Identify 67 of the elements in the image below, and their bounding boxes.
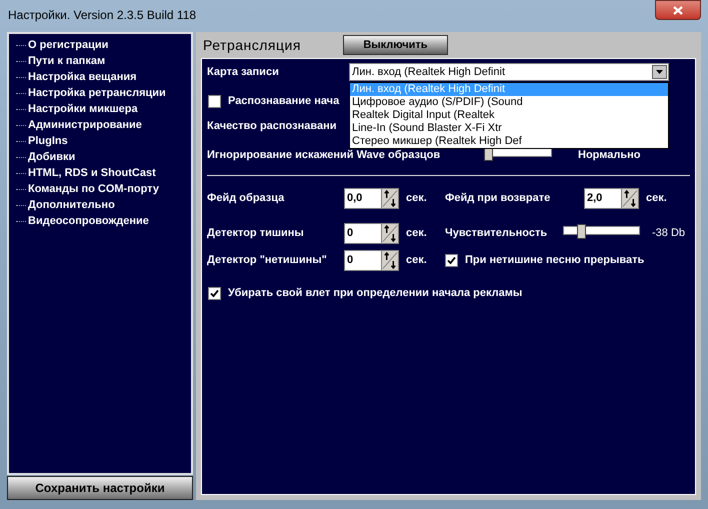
tree-line — [16, 92, 26, 94]
sidebar-item[interactable]: Пути к папкам — [28, 52, 106, 70]
slider-value: -38 Db — [652, 226, 686, 241]
sidebar-item[interactable]: Настройки микшера — [28, 100, 138, 118]
checkbox-label: Распознавание нача — [228, 94, 340, 109]
disable-button[interactable]: Выключить — [342, 35, 448, 55]
sidebar-item[interactable]: HTML, RDS и ShoutCast — [28, 164, 156, 182]
sidebar-item[interactable]: Дополнительно — [28, 196, 115, 214]
tree-line — [16, 108, 26, 110]
spin-field[interactable]: 2,0 — [584, 188, 639, 208]
spin-field[interactable]: 0,0 — [344, 188, 399, 208]
tree-line — [16, 172, 26, 174]
tree-line — [16, 188, 26, 190]
tree-line — [16, 44, 26, 46]
close-icon — [673, 6, 683, 14]
dropdown-option[interactable]: Стерео микшер (Realtek High Def — [350, 135, 668, 148]
sidebar-item[interactable]: Настройка ретрансляции — [28, 84, 166, 102]
checkbox[interactable] — [445, 254, 458, 266]
field-label: Детектор тишины — [207, 226, 305, 241]
unit-label: сек. — [406, 252, 428, 268]
slider[interactable] — [563, 224, 640, 242]
spin-arrows-icon[interactable] — [381, 224, 398, 242]
field-label: Карта записи — [207, 64, 280, 80]
spin-field[interactable]: 0 — [344, 222, 399, 244]
sidebar-item[interactable]: Администрирование — [28, 116, 142, 134]
tree-line — [16, 220, 26, 222]
dropdown-option[interactable]: Realtek Digital Input (Realtek — [350, 109, 668, 122]
tree-line — [16, 124, 26, 126]
save-button[interactable]: Сохранить настройки — [7, 476, 193, 500]
tree-line — [16, 60, 26, 62]
field-label: Фейд при возврате — [445, 190, 552, 206]
checkbox[interactable] — [208, 286, 221, 300]
checkbox[interactable] — [208, 94, 221, 108]
tree-line — [16, 156, 26, 158]
record-card-dropdown[interactable]: Лин. вход (Realtek High Definit — [349, 63, 669, 81]
sidebar-item[interactable]: О регистрации — [28, 36, 108, 54]
field-label: Фейд образца — [207, 190, 286, 206]
dropdown-option[interactable]: Line-In (Sound Blaster X-Fi Xtr — [350, 122, 668, 135]
sidebar-item[interactable]: Настройка вещания — [28, 68, 137, 86]
spin-arrows-icon[interactable] — [621, 188, 638, 208]
dropdown-option[interactable]: Цифровое аудио (S/PDIF) (Sound — [350, 96, 668, 109]
tree-line — [16, 204, 26, 206]
field-label: Качество распознавани — [207, 119, 336, 134]
sidebar-item[interactable]: Добивки — [28, 148, 76, 166]
spin-arrows-icon[interactable] — [381, 188, 398, 208]
spin-arrows-icon[interactable] — [381, 250, 398, 270]
window-title: Настройки. Version 2.3.5 Build 118 — [8, 7, 196, 24]
unit-label: сек. — [646, 190, 667, 206]
sidebar-item[interactable]: Команды по COM-порту — [28, 180, 159, 198]
close-button[interactable] — [655, 0, 701, 20]
unit-label: сек. — [406, 226, 428, 241]
checkbox-label: Убирать свой влет при определении начала рекламы — [228, 286, 522, 301]
sidebar-item[interactable]: PlugIns — [28, 132, 68, 150]
tree-line — [16, 140, 26, 142]
field-label: Игнорирование искажений Wave образцов — [207, 148, 442, 163]
slider-thumb[interactable] — [576, 224, 586, 239]
unit-label: сек. — [406, 190, 428, 206]
slider-value: Нормально — [578, 148, 640, 163]
checkbox-label: При нетишине песню прерывать — [465, 252, 644, 268]
spin-field[interactable]: 0 — [344, 250, 399, 270]
checkmark-icon — [447, 256, 456, 264]
sidebar-item[interactable]: Видеосопровождение — [28, 212, 149, 230]
tree-line — [16, 76, 26, 78]
field-label: Чувствительность — [445, 226, 548, 241]
field-label: Детектор "нетишины" — [207, 252, 328, 268]
checkmark-icon — [210, 288, 219, 298]
section-title: Ретрансляция — [203, 36, 301, 55]
